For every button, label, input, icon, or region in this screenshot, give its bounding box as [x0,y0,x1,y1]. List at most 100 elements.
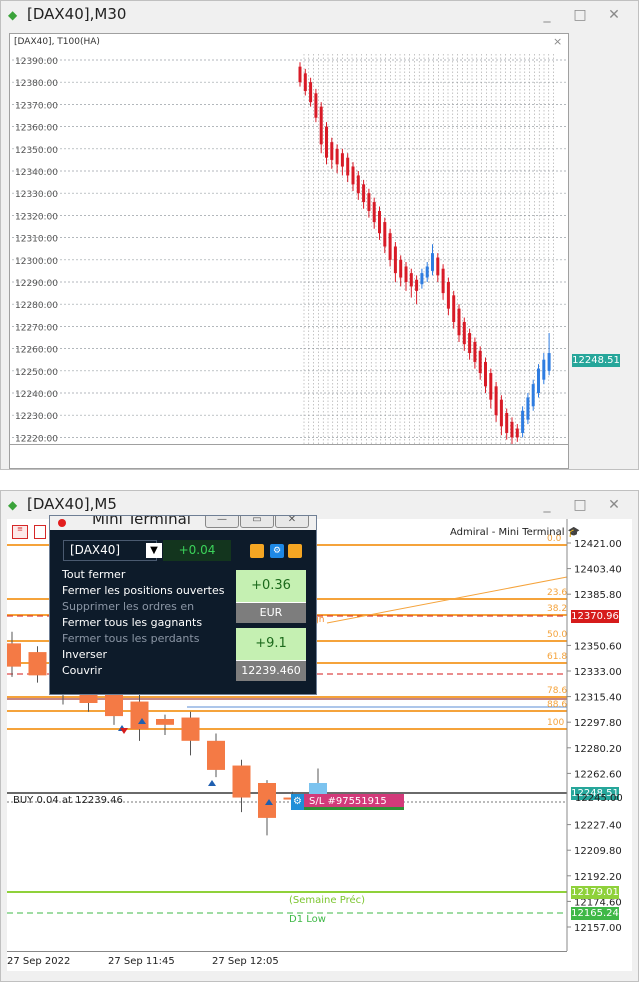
indicator-close-icon[interactable]: × [553,35,562,48]
brand-text: Admiral - Mini Terminal [450,527,565,538]
price-tick-label: 12421.00 [574,539,622,550]
candle-body [325,126,328,158]
price-tick-label: 12227.40 [574,821,622,832]
chevron-down-icon[interactable]: ▼ [146,543,162,558]
settings-icon[interactable]: ⚙ [270,544,284,558]
price-tick-label: 12280.00 [15,301,58,311]
candle-body [457,308,461,336]
maximize-button[interactable]: □ [569,494,591,516]
list-icon[interactable]: ≡ [12,525,28,539]
candle-body [378,210,381,234]
sell-icon[interactable] [34,525,46,539]
candle-body [367,193,371,211]
action-item[interactable]: Fermer les positions ouvertes [62,584,225,597]
candle-body [489,373,493,400]
price-tick-label: 12320.00 [15,212,58,222]
mini-terminal-header[interactable]: Mini Terminal — ▭ ✕ [50,516,316,530]
candle-body [314,93,318,118]
candle-body [351,166,355,185]
candle-body [207,740,225,770]
candle-body [356,175,360,194]
candle-body [478,350,482,374]
candle-body [399,259,403,278]
price-tick-label: 12209.80 [574,846,622,857]
candle-body [388,233,392,260]
sub-panel [10,444,568,468]
price-tick-label: 12380.00 [15,79,58,89]
candle-body [526,397,530,420]
price-tick-label: 12250.00 [15,368,58,378]
candle-body [484,361,487,387]
candle-body [547,353,551,371]
window-title: [DAX40],M30 [27,5,127,23]
price-tick-label: 12157.00 [574,923,622,934]
action-item[interactable]: Tout fermer [62,568,125,581]
expand-icon[interactable] [288,544,302,558]
candle-body [7,643,21,667]
price-tick-label: 12220.00 [15,434,58,444]
current-price-tag: 12248.51 [572,354,620,367]
profit-box: +0.36 EUR [236,570,306,623]
candle-body [130,701,149,730]
symbol-select[interactable]: [DAX40] ▼ [63,540,162,561]
candle-body [372,202,376,223]
candle-body [452,295,456,322]
fib-level-label: 23.6 [547,588,568,598]
candle-body [409,273,413,287]
maximize-button[interactable]: □ [569,4,591,26]
candle-body [505,412,509,433]
price-chart-m30[interactable]: 12390.00 12380.00 12370.00 12360.00 12350.00… [10,34,568,468]
price-tag: 12165.24 [571,907,619,920]
mini-terminal-minimize-button[interactable]: — [205,516,239,528]
price-tick-label: 12270.00 [15,323,58,333]
fib-level-label: 61.8 [547,652,568,662]
window-titlebar[interactable]: ◆ [DAX40],M30 _ □ ✕ [1,1,638,29]
indicator-label: [DAX40], T100(HA) [14,37,100,47]
price-tick-label: 12340.00 [15,168,58,178]
candle-body [393,246,397,274]
candle-body [494,386,498,416]
candle-body [468,333,472,354]
close-button[interactable]: ✕ [603,4,625,26]
mini-terminal-close-button[interactable]: ✕ [275,516,309,528]
minimize-button[interactable]: _ [536,494,558,516]
candle-body [404,266,408,282]
price-tick-label: 12260.00 [15,346,58,356]
candle-body [330,142,334,160]
minimize-button[interactable]: _ [536,4,558,26]
copy-icon[interactable] [250,544,264,558]
action-item[interactable]: Fermer tous les gagnants [62,616,202,629]
price-labels: 12390.00 12380.00 12370.00 12360.00 12350.00… [15,57,58,444]
candle-body [181,717,200,741]
price-tick-label: 12297.80 [574,718,622,729]
candle-body [510,421,514,438]
mini-terminal-restore-button[interactable]: ▭ [240,516,274,528]
d1-low-label: D1 Low [289,914,326,925]
candle-body [537,368,540,393]
price-tick-label: 12333.00 [574,667,622,678]
buy-position-label[interactable]: BUY 0.04 at 12239.46 [13,795,123,806]
candle-body [499,399,503,427]
candle-body [431,253,434,271]
action-item: Supprimer les ordres en [62,600,195,613]
candle-body [542,359,546,380]
candle-body [420,273,424,285]
candle-body [156,719,174,725]
candles [298,62,551,445]
time-label: 27 Sep 12:05 [212,956,279,967]
price-tick-label: 12360.00 [15,124,58,134]
candle-body [425,266,429,278]
price-tick-label: 12385.80 [574,590,622,601]
time-axis: 27 Sep 2022 27 Sep 11:45 27 Sep 12:05 [7,951,567,971]
lot-size-field[interactable]: +0.04 [163,540,231,561]
close-button[interactable]: ✕ [603,494,625,516]
price-tick-label: 12300.00 [15,257,58,267]
gear-icon[interactable]: ⚙ [291,794,304,810]
mini-terminal[interactable]: Mini Terminal — ▭ ✕ [DAX40] ▼ +0.04 ⚙ To… [49,515,317,695]
chart-area-m30[interactable]: 12390.00 12380.00 12370.00 12360.00 12350.00… [9,33,569,469]
action-item[interactable]: Couvrir [62,664,102,677]
candle-body [473,341,477,362]
action-item[interactable]: Inverser [62,648,107,661]
price-tick-label: 12280.20 [574,744,622,755]
stop-loss-tag[interactable]: ⚙ S/L #97551915 [291,794,404,810]
